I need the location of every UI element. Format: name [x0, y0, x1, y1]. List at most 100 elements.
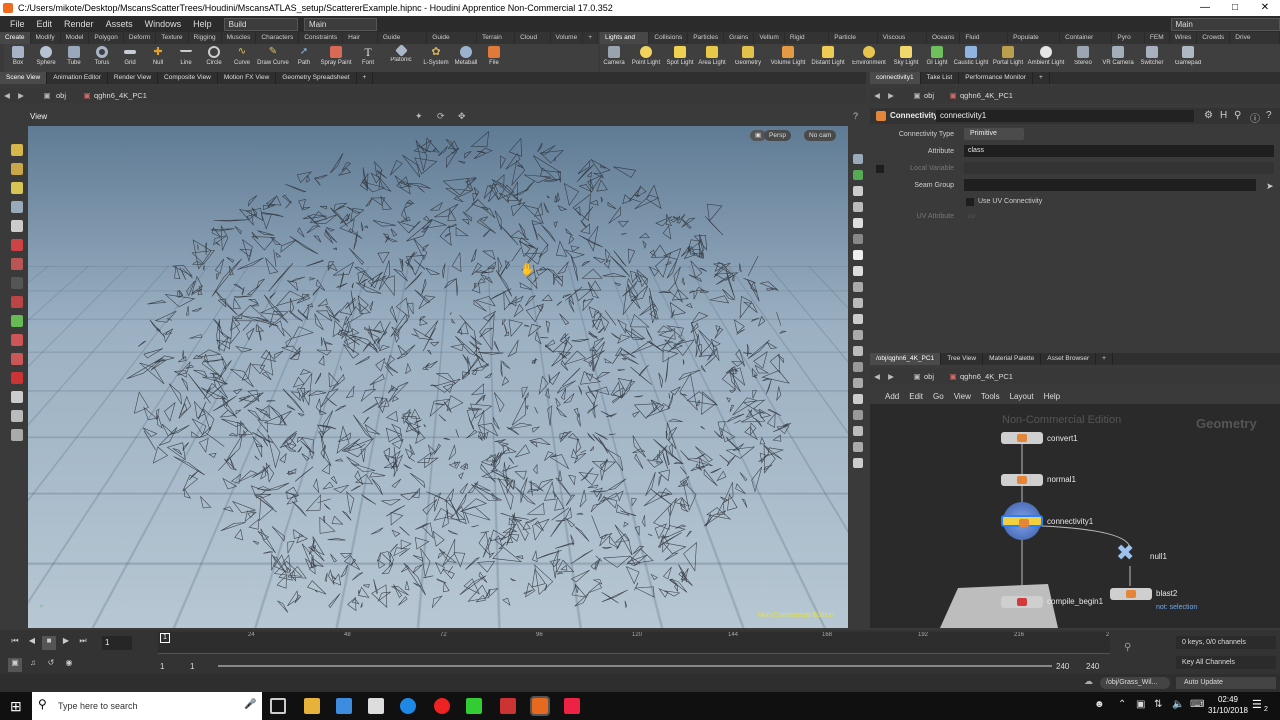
- taskbar-search-box[interactable]: ⚲ Type here to search 🎤: [32, 692, 262, 720]
- use-uv-checkbox[interactable]: [966, 198, 974, 206]
- tray-chevron-icon[interactable]: ⌃: [1118, 699, 1126, 710]
- camera-view-icon[interactable]: [11, 410, 23, 422]
- add-pane-tab-button[interactable]: +: [1096, 353, 1113, 365]
- mail-icon[interactable]: [368, 698, 384, 714]
- help-icon[interactable]: ?: [1266, 110, 1272, 121]
- shelf-tab-guide-process[interactable]: Guide Process: [378, 32, 427, 44]
- shelf-tab-drive-simulation[interactable]: Drive Simula...: [1230, 32, 1280, 44]
- shelf-tab-create[interactable]: Create: [0, 32, 31, 44]
- lock-icon[interactable]: [11, 220, 23, 232]
- tool-sky-light[interactable]: Sky Light: [890, 44, 922, 72]
- shelf-tab-fluid-containers[interactable]: Fluid Contai...: [960, 32, 1008, 44]
- path-obj[interactable]: obj: [924, 91, 934, 100]
- tool-distant-light[interactable]: Distant Light: [808, 44, 848, 72]
- tab-asset-browser[interactable]: Asset Browser: [1041, 353, 1096, 365]
- add-shelf-tab-button[interactable]: +: [583, 32, 598, 44]
- shelf-tab-modify[interactable]: Modify: [31, 32, 61, 44]
- wireframe-icon[interactable]: [853, 282, 863, 292]
- shelf-tab-particles[interactable]: Particles: [688, 32, 724, 44]
- volume-icon[interactable]: 🔈: [1172, 699, 1184, 710]
- select-tool-icon[interactable]: [11, 144, 23, 156]
- tool-null[interactable]: ✚ Null: [144, 44, 172, 72]
- shelf-tab-characters[interactable]: Characters: [256, 32, 299, 44]
- realtime-icon[interactable]: ◉: [62, 658, 76, 672]
- tool-path[interactable]: ➚ Path: [290, 44, 318, 72]
- frame-cursor[interactable]: 1: [160, 633, 170, 643]
- uv-icon[interactable]: [853, 362, 863, 372]
- tool-volume-light[interactable]: Volume Light: [768, 44, 808, 72]
- tool-stereo-camera[interactable]: Stereo Camera: [1066, 44, 1100, 72]
- houdini-taskbar-icon[interactable]: [532, 698, 548, 714]
- tool-portal-light[interactable]: Portal Light: [990, 44, 1026, 72]
- home-view-icon[interactable]: [853, 202, 863, 212]
- status-path-label[interactable]: /obj/Grass_Wil...: [1100, 677, 1170, 689]
- jump-start-icon[interactable]: ⏮: [8, 636, 22, 650]
- tool-caustic-light[interactable]: Caustic Light: [952, 44, 990, 72]
- file-explorer-icon[interactable]: [304, 698, 320, 714]
- info-icon[interactable]: ⓘ: [1250, 110, 1260, 125]
- guide-icon[interactable]: [853, 426, 863, 436]
- tool-line[interactable]: Line: [172, 44, 200, 72]
- point-numbers-icon[interactable]: [853, 346, 863, 356]
- frame-selected-icon[interactable]: [853, 218, 863, 228]
- node-convert1[interactable]: [1001, 432, 1043, 444]
- seam-group-field[interactable]: [964, 179, 1256, 191]
- attribute-field[interactable]: class: [964, 145, 1274, 157]
- background-icon[interactable]: [853, 266, 863, 276]
- current-frame-field[interactable]: 1: [102, 636, 132, 650]
- local-variable-checkbox[interactable]: [876, 165, 884, 173]
- connectivity-type-select[interactable]: Primitive: [964, 128, 1024, 140]
- shelf-tab-viscous-fluids[interactable]: Viscous Fluids: [878, 32, 927, 44]
- scale-handle-icon[interactable]: ✥: [458, 111, 466, 122]
- back-arrow-icon[interactable]: ◀: [0, 91, 14, 100]
- node-connectivity1[interactable]: [1001, 515, 1043, 527]
- tool-l-system[interactable]: ✿ L-System: [420, 44, 452, 72]
- tab-performance-monitor[interactable]: Performance Monitor: [959, 72, 1033, 84]
- shelf-tab-wires[interactable]: Wires: [1170, 32, 1198, 44]
- visibility-icon[interactable]: [11, 391, 23, 403]
- text-overlay-icon[interactable]: [853, 410, 863, 420]
- shading-icon[interactable]: [853, 170, 863, 180]
- tab-composite-view[interactable]: Composite View: [158, 72, 218, 84]
- tool-torus[interactable]: Torus: [88, 44, 116, 72]
- clock-date[interactable]: 31/10/2018: [1202, 706, 1254, 715]
- shelf-tab-rigid-bodies[interactable]: Rigid Bodies: [785, 32, 829, 44]
- points-icon[interactable]: [853, 298, 863, 308]
- shelf-tab-vellum[interactable]: Vellum: [754, 32, 785, 44]
- people-icon[interactable]: ☻: [1094, 699, 1105, 710]
- scene-viewport[interactable]: ▣ Persp No cam Non-Commercial Edition ⌜ …: [28, 126, 848, 628]
- snap-prim-icon[interactable]: [11, 258, 23, 270]
- record-icon[interactable]: [11, 372, 23, 384]
- tool-tube[interactable]: Tube: [60, 44, 88, 72]
- network-menu-tools[interactable]: Tools: [976, 392, 1005, 401]
- tray-app-icon[interactable]: ▣: [1136, 699, 1145, 710]
- persp-menu[interactable]: Persp: [764, 130, 791, 141]
- tab-take-list[interactable]: Take List: [921, 72, 960, 84]
- tab-scene-view[interactable]: Scene View: [0, 72, 47, 84]
- tool-gamepad-camera[interactable]: Gamepad Camera: [1168, 44, 1208, 72]
- network-icon[interactable]: ⇅: [1154, 699, 1162, 710]
- menu-windows[interactable]: Windows: [139, 19, 188, 29]
- tab-connectivity1[interactable]: connectivity1: [870, 72, 921, 84]
- tool-gi-light[interactable]: GI Light: [922, 44, 952, 72]
- range-end-field[interactable]: 240: [1056, 662, 1069, 671]
- pose-icon[interactable]: [11, 315, 23, 327]
- audio-icon[interactable]: ♫: [26, 658, 40, 672]
- camtasia-icon[interactable]: [466, 698, 482, 714]
- tool-box[interactable]: Box: [4, 44, 32, 72]
- shelf-tab-deform[interactable]: Deform: [124, 32, 156, 44]
- tool-spray-paint[interactable]: Spray Paint: [318, 44, 354, 72]
- tab-animation-editor[interactable]: Animation Editor: [47, 72, 108, 84]
- clock-time[interactable]: 02:49: [1210, 695, 1246, 704]
- play-reverse-icon[interactable]: ◀: [25, 636, 39, 650]
- shelf-tab-constraints[interactable]: Constraints: [299, 32, 343, 44]
- tool-sphere[interactable]: Sphere: [32, 44, 60, 72]
- shelf-tab-rigging[interactable]: Rigging: [189, 32, 222, 44]
- menu-edit[interactable]: Edit: [31, 19, 59, 29]
- snapshot-icon[interactable]: [853, 394, 863, 404]
- view-tool-icon[interactable]: [11, 163, 23, 175]
- menu-assets[interactable]: Assets: [100, 19, 139, 29]
- snap-grid-icon[interactable]: [11, 239, 23, 251]
- shelf-tab-cloud-fx[interactable]: Cloud FX: [515, 32, 550, 44]
- select-arrow-icon[interactable]: ➤: [1266, 179, 1274, 194]
